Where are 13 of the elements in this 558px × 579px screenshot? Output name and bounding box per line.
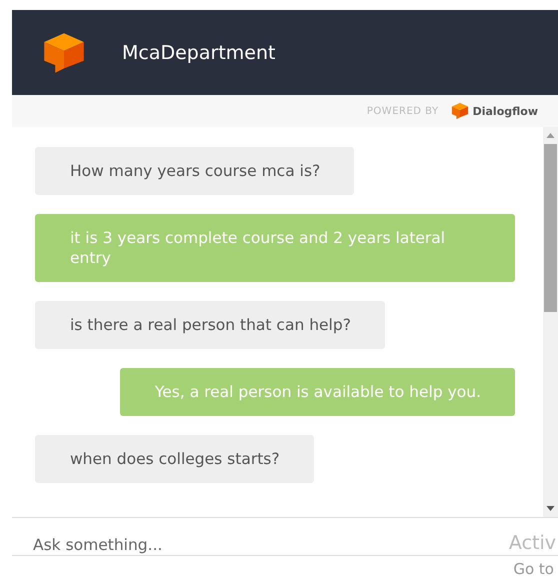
powered-by-label: POWERED BY [366,106,439,116]
scrollbar[interactable] [543,127,558,517]
agent-name: McaDepartment [122,42,276,64]
scroll-thumb[interactable] [544,144,557,312]
bot-message: it is 3 years complete course and 2 years lateral entry [35,214,515,282]
overlay-text: Go to [513,560,554,578]
user-message: when does colleges starts? [35,435,314,483]
user-message: is there a real person that can help? [35,301,385,349]
cube-logo-icon [42,30,86,74]
bot-message: Yes, a real person is available to help you. [120,368,515,416]
cube-icon [450,102,469,120]
user-message: How many years course mca is? [35,147,354,195]
brand-name: Dialogflow [472,104,538,118]
